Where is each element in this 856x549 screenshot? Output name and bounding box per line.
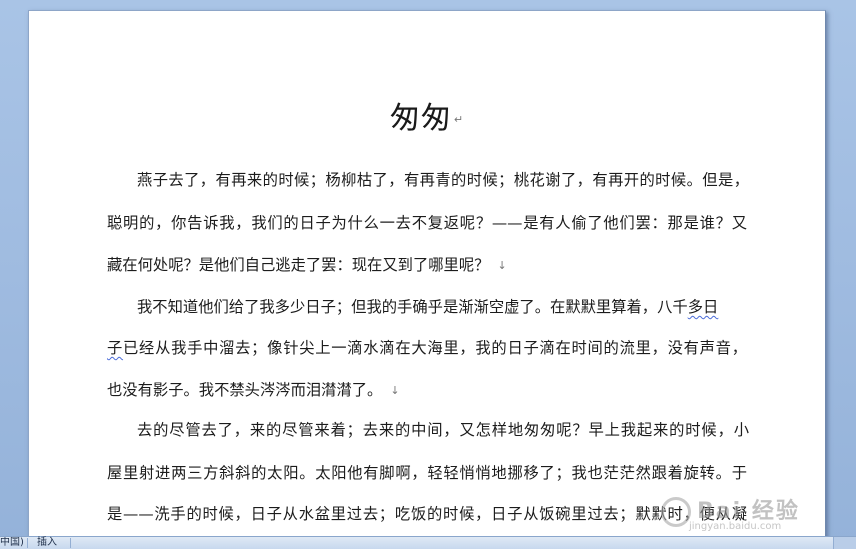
status-bar: 中国) 插入 — [0, 536, 856, 549]
document-title[interactable]: 匆匆 ↵ — [29, 99, 825, 140]
text-line[interactable]: 聪明的，你告诉我，我们的日子为什么一去不复返呢？——是有人偷了他们罢：那是谁？又 — [107, 212, 747, 234]
paragraph-mark: ↵ — [453, 112, 465, 126]
document-page[interactable]: 匆匆 ↵ 燕子去了，有再来的时候；杨柳枯了，有再青的时候；桃花谢了，有再开的时候。… — [28, 10, 826, 536]
line-text: 也没有影子。我不禁头涔涔而泪潸潸了。 — [107, 381, 383, 399]
line-break-mark: ↓ — [497, 258, 507, 272]
document-workspace: 匆匆 ↵ 燕子去了，有再来的时候；杨柳枯了，有再青的时候；桃花谢了，有再开的时候。… — [0, 0, 856, 536]
text-line[interactable]: 燕子去了，有再来的时候；杨柳枯了，有再青的时候；桃花谢了，有再开的时候。但是， — [137, 169, 749, 191]
spelling-marked-text: 子 — [107, 339, 124, 357]
line-text: 藏在何处呢？是他们自己逃走了罢：现在又到了哪里呢？ — [107, 256, 490, 274]
status-language[interactable]: 中国) — [0, 537, 24, 549]
line-text: 已经从我手中溜去；像针尖上一滴水滴在大海里，我的日子滴在时间的流里，没有声音， — [123, 339, 747, 357]
text-line[interactable]: 屋里射进两三方斜斜的太阳。太阳他有脚啊，轻轻悄悄地挪移了；我也茫茫然跟着旋转。于 — [107, 462, 747, 484]
status-view-controls[interactable] — [833, 537, 856, 549]
text-line[interactable]: 是——洗手的时候，日子从水盆里过去；吃饭的时候，日子从饭碗里过去；默默时，便从凝 — [107, 503, 747, 525]
line-text: 我不知道他们给了我多少日子；但我的手确乎是渐渐空虚了。在默默里算着，八千 — [137, 298, 688, 316]
text-line[interactable]: 藏在何处呢？是他们自己逃走了罢：现在又到了哪里呢？ ↓ — [107, 254, 747, 276]
paw-logo-icon — [661, 497, 691, 527]
watermark: Bai 经验 jingyan.baidu.com — [657, 493, 807, 536]
line-break-mark: ↓ — [390, 383, 400, 397]
status-divider — [70, 538, 71, 548]
text-line[interactable]: 去的尽管去了，来的尽管来着；去来的中间，又怎样地匆匆呢？早上我起来的时候，小 — [137, 419, 749, 441]
watermark-url-text: jingyan.baidu.com — [689, 521, 782, 532]
text-line[interactable]: 子已经从我手中溜去；像针尖上一滴水滴在大海里，我的日子滴在时间的流里，没有声音， — [107, 337, 747, 359]
spelling-marked-text: 多日 — [687, 298, 719, 316]
status-insert-mode[interactable]: 插入 — [37, 537, 57, 549]
text-line[interactable]: 也没有影子。我不禁头涔涔而泪潸潸了。 ↓ — [107, 379, 747, 401]
title-text: 匆匆 — [389, 101, 452, 136]
status-divider — [27, 538, 28, 548]
text-line[interactable]: 我不知道他们给了我多少日子；但我的手确乎是渐渐空虚了。在默默里算着，八千多日 — [137, 296, 749, 318]
